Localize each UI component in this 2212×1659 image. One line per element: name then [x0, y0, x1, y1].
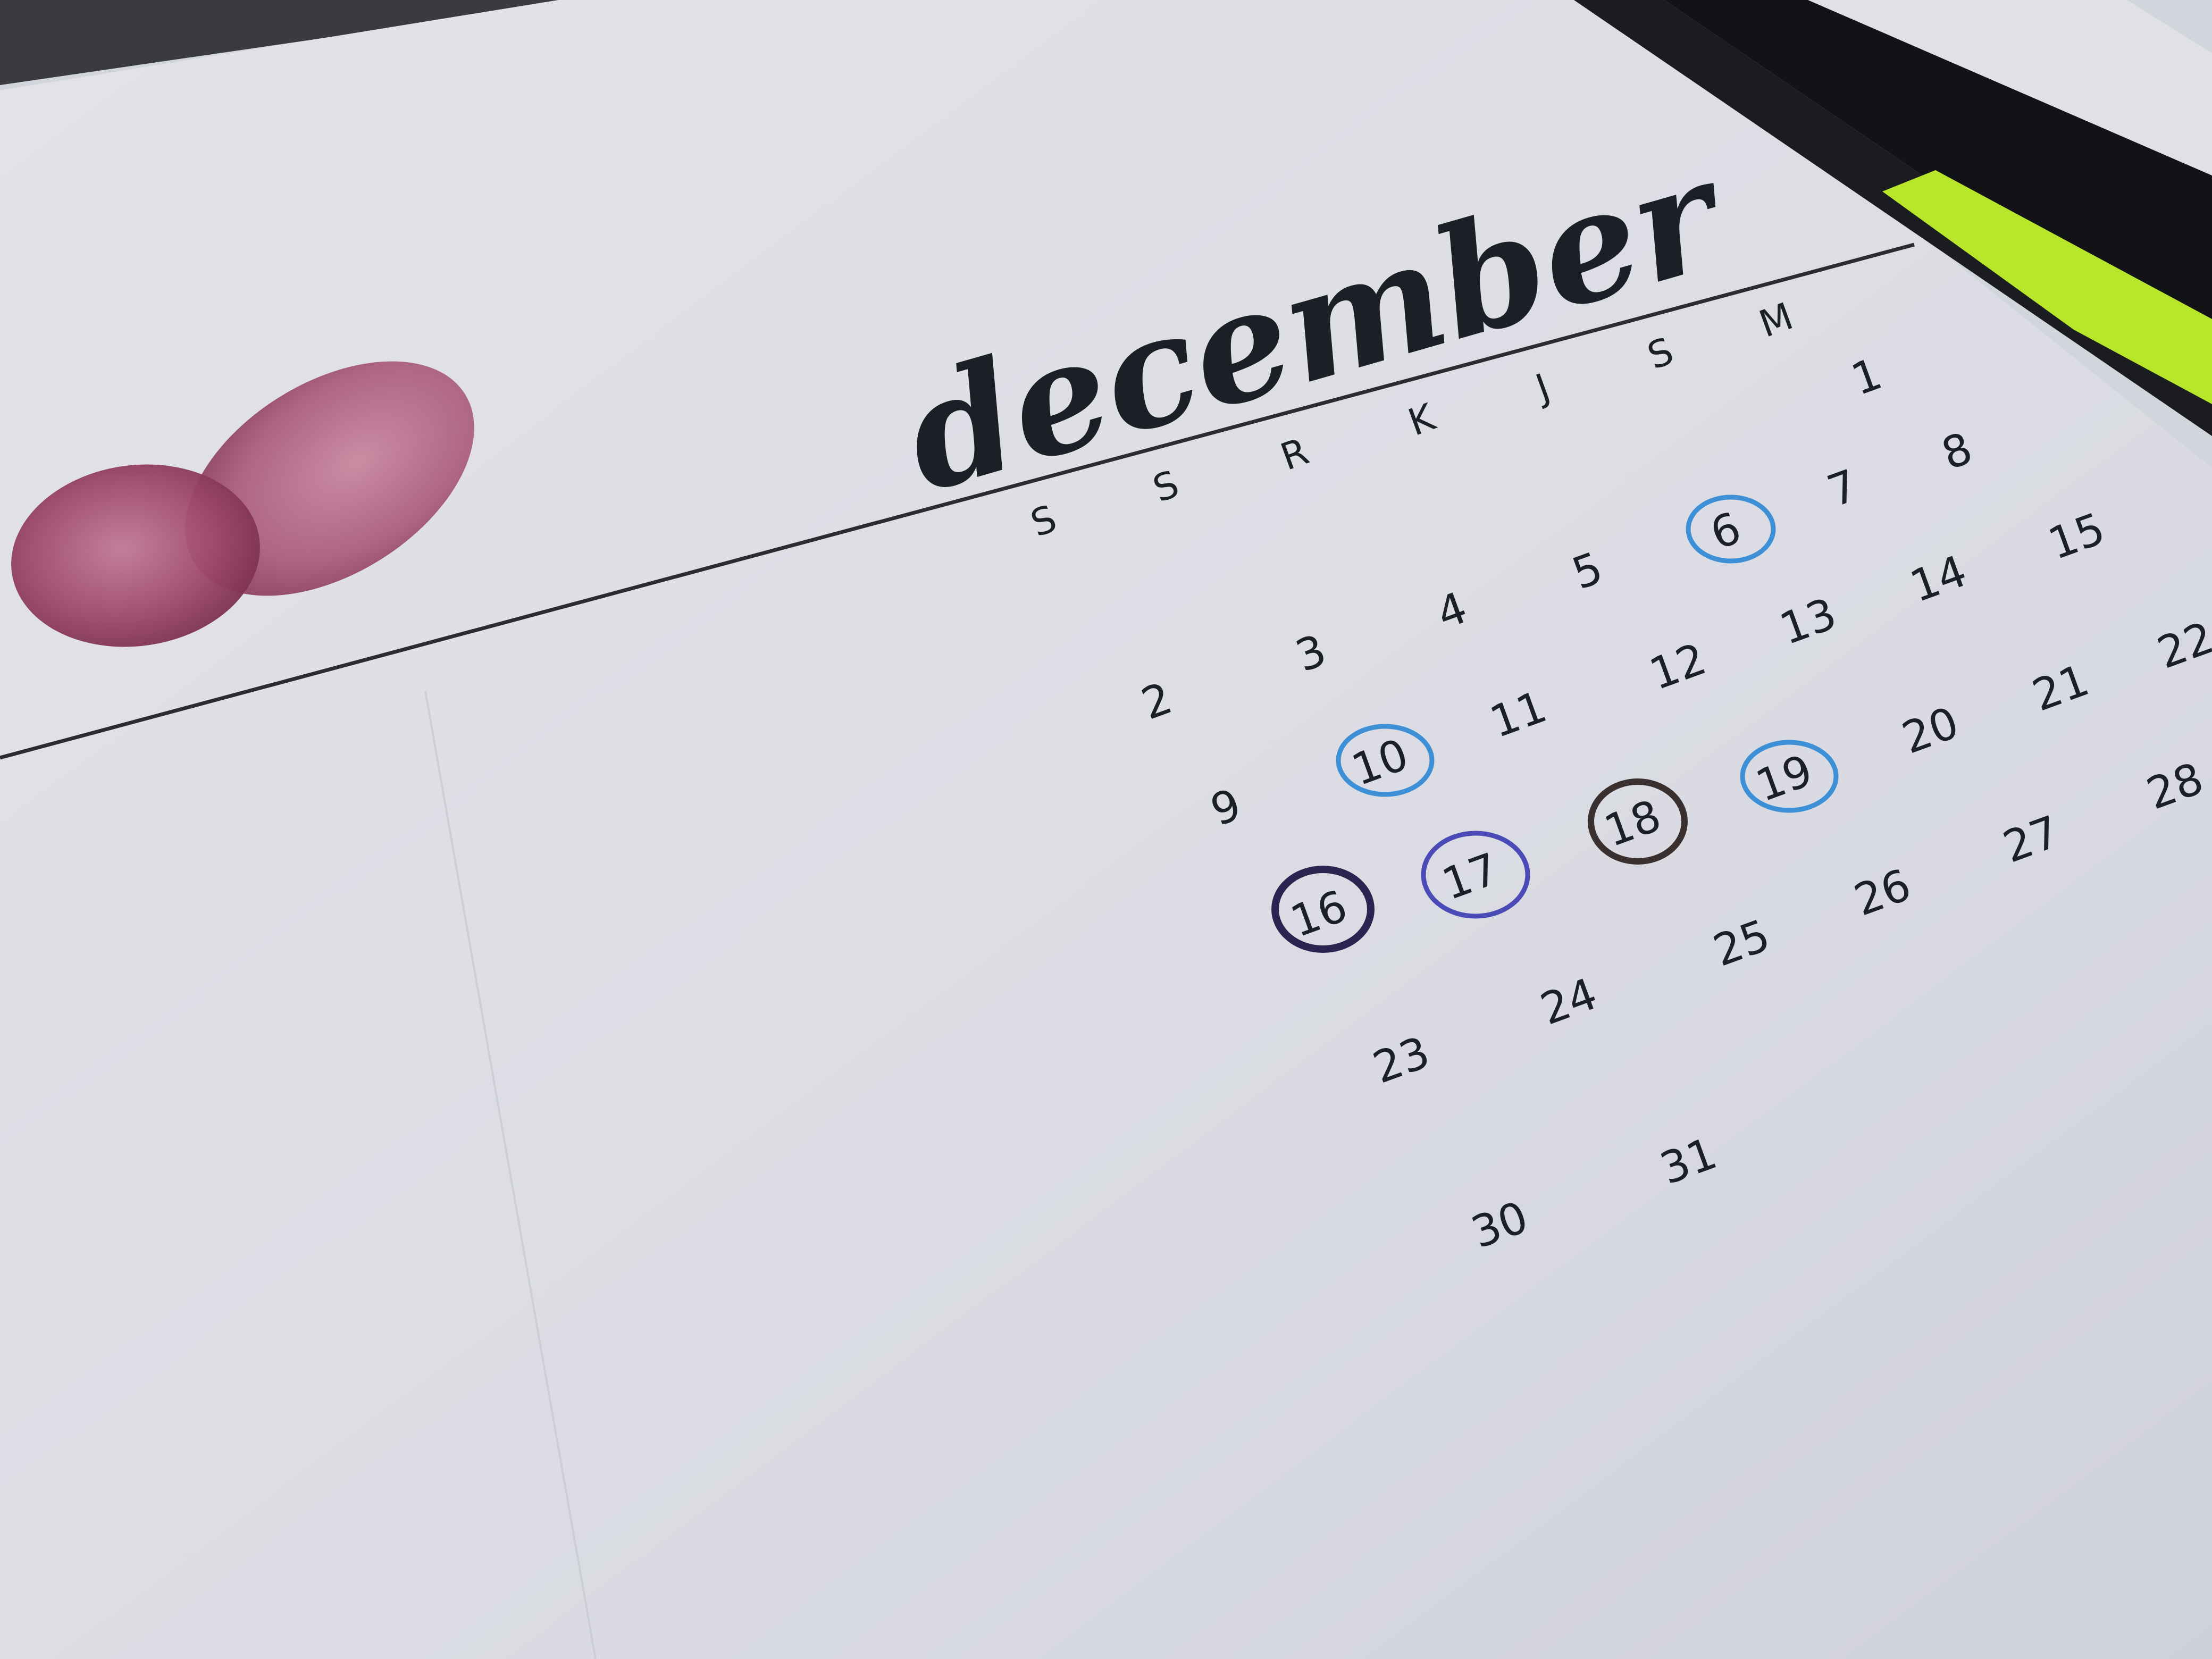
journal-page: [0, 0, 2212, 1659]
photo-canvas: december S S R K J S M 1 2 3 4 5 6 7 8 9…: [0, 0, 2212, 1659]
photo-scene: december S S R K J S M 1 2 3 4 5 6 7 8 9…: [0, 0, 2212, 1659]
